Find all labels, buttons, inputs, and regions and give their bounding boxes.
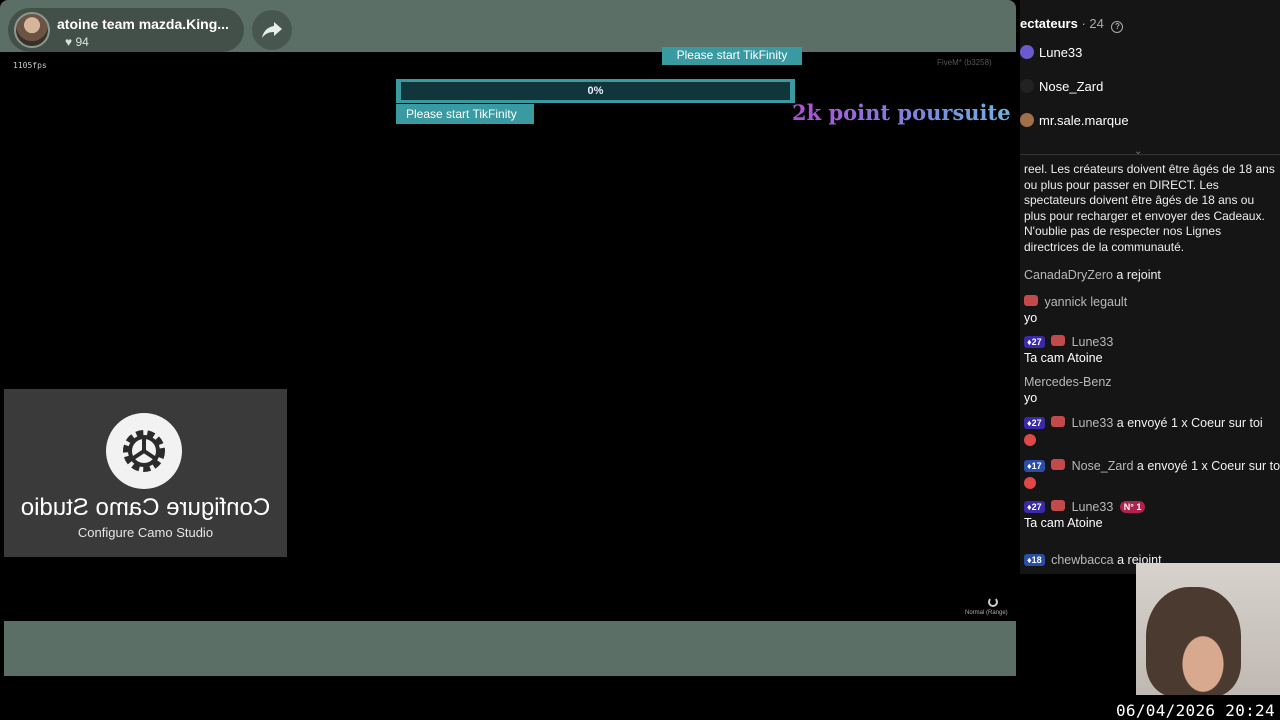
chat-username[interactable]: Lune33 (1072, 335, 1114, 349)
viewer-avatar (1020, 79, 1034, 93)
rank-badge: N° 1 (1119, 501, 1146, 513)
game-mode: Normal (Range) (965, 610, 1008, 616)
chat-action: a envoyé 1 x Coeur sur toi (1136, 459, 1280, 473)
fan-badge-icon (1024, 295, 1038, 306)
camo-mirrored-title: Configure Camo Studio (20, 494, 271, 521)
viewer-avatar (1020, 113, 1034, 127)
chat-message: ♦27 Lune33 (1024, 335, 1113, 349)
share-arrow-icon (262, 22, 282, 38)
viewer-item[interactable]: mr.sale.marque (1020, 110, 1129, 130)
viewer-name: Nose_Zard (1039, 78, 1104, 94)
likes-count: 94 (75, 35, 89, 49)
fan-badge-icon (1051, 459, 1066, 470)
fan-badge-icon (1051, 500, 1066, 511)
chat-message: Mercedes-Benz (1024, 375, 1112, 389)
chat-username[interactable]: CanadaDryZero (1024, 268, 1113, 282)
host-avatar[interactable] (14, 12, 50, 48)
progress-track: 0% (401, 82, 790, 100)
fan-badge-icon (1051, 416, 1066, 427)
chat-action: a envoyé 1 x Coeur sur toi (1116, 416, 1263, 430)
chat-message: ♦27 Lune33 a envoyé 1 x Coeur sur toi (1024, 416, 1263, 430)
screen: atoine team mazda.King... ♥ 94 1105fps F… (0, 0, 1280, 720)
heart-gift-icon (1024, 433, 1036, 447)
viewer-item[interactable]: Lune33 (1020, 42, 1082, 62)
host-likes: ♥ 94 (65, 35, 89, 49)
goal-progress-bar: 0% (396, 79, 795, 103)
viewer-name: mr.sale.marque (1039, 112, 1129, 128)
chat-text: yo (1024, 311, 1038, 325)
chat-username[interactable]: Lune33 (1072, 500, 1114, 514)
heart-outline-icon: ♥ (65, 35, 76, 49)
stream-top-bar: atoine team mazda.King... ♥ 94 (0, 0, 1016, 52)
chevron-down-icon[interactable]: ⌄ (1134, 146, 1142, 157)
chat-username[interactable]: Nose_Zard (1072, 459, 1134, 473)
chat-message: ♦27 Lune33 N° 1 (1024, 500, 1146, 514)
camo-studio-placeholder[interactable]: Configure Camo Studio Configure Camo Stu… (4, 389, 287, 557)
stream-bottom-bar (4, 621, 1016, 676)
viewers-header[interactable]: ectateurs · 24 ? (1020, 16, 1124, 33)
webcam-feed (1136, 563, 1280, 695)
fan-badge-icon (1051, 335, 1066, 346)
chat-text: Ta cam Atoine (1024, 516, 1103, 530)
loading-spinner-icon (988, 597, 998, 607)
host-info[interactable]: atoine team mazda.King... ♥ 94 (8, 8, 244, 52)
heart-gift-icon (1024, 476, 1036, 490)
chat-username[interactable]: chewbacca (1051, 553, 1114, 567)
help-icon[interactable]: ? (1111, 21, 1124, 33)
host-name[interactable]: atoine team mazda.King... (57, 16, 229, 32)
progress-label: 0% (587, 85, 604, 97)
level-badge: ♦17 (1024, 460, 1045, 472)
chat-message: ♦17 Nose_Zard a envoyé 1 x Coeur sur toi (1024, 459, 1280, 473)
viewer-item[interactable]: Nose_Zard (1020, 76, 1103, 96)
chat-panel: ectateurs · 24 ? Lune33 Nose_Zard mr.sal… (1020, 0, 1280, 574)
camo-logo-icon (106, 413, 182, 489)
level-badge: ♦27 (1024, 417, 1045, 429)
level-badge: ♦18 (1024, 554, 1045, 566)
fps-counter: 1105fps (13, 61, 47, 70)
chat-username[interactable]: Mercedes-Benz (1024, 375, 1112, 389)
tikfinity-notice-bottom: Please start TikFinity (396, 104, 534, 124)
community-rules-notice: reel. Les créateurs doivent être âgés de… (1024, 162, 1275, 254)
divider (1020, 154, 1280, 155)
webcam-person (1146, 587, 1241, 695)
viewer-name: Lune33 (1039, 44, 1083, 60)
chat-text: yo (1024, 391, 1038, 405)
chat-message: yannick legault (1024, 295, 1127, 309)
level-badge: ♦27 (1024, 501, 1045, 513)
viewer-avatar (1020, 45, 1034, 59)
camo-subtitle: Configure Camo Studio (77, 525, 214, 540)
tikfinity-notice-top: Please start TikFinity (662, 47, 802, 65)
goal-title: 2k point poursuite (792, 100, 1011, 125)
share-button[interactable] (252, 10, 292, 50)
level-badge: ♦27 (1024, 336, 1045, 348)
game-version: FiveM* (b3258) (937, 58, 992, 67)
chat-username[interactable]: Lune33 (1072, 416, 1114, 430)
chat-text: Ta cam Atoine (1024, 351, 1103, 365)
timestamp: 06/04/2026 20:24 (1116, 701, 1275, 720)
chat-username[interactable]: yannick legault (1044, 295, 1127, 309)
viewers-title: ectateurs (1020, 16, 1078, 31)
chat-message: CanadaDryZero a rejoint (1024, 268, 1161, 282)
viewers-count: · 24 (1081, 16, 1104, 31)
chat-action: a rejoint (1116, 268, 1161, 282)
